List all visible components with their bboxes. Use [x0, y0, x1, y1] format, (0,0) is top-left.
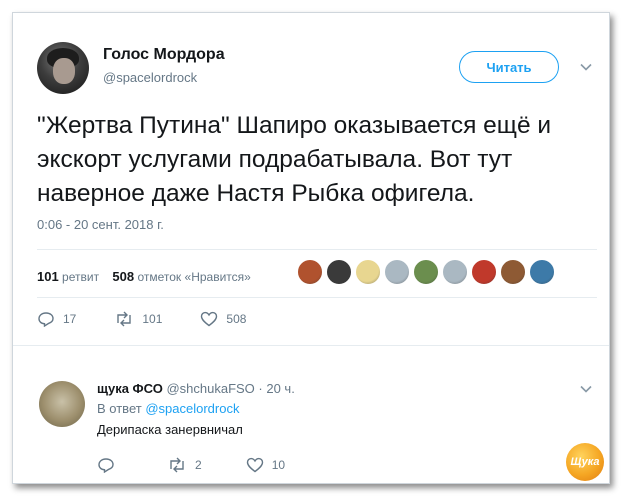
retweet-action[interactable]: 101	[114, 311, 162, 327]
watermark-logo: Щука	[566, 443, 604, 481]
retweet-icon	[170, 457, 184, 473]
tweet-text: "Жертва Путина" Шапиро оказывается ещё и…	[37, 112, 552, 207]
reply-count: 17	[63, 312, 77, 326]
tweet-stats: 101 ретвит 508 отметок «Нравится»	[37, 269, 251, 284]
reply-to-line: В ответ @spacelordrock	[97, 401, 239, 416]
liker-avatar[interactable]	[471, 259, 497, 285]
reply-action[interactable]: 17	[37, 311, 76, 327]
reply-retweet-action[interactable]: 2	[167, 457, 202, 473]
tweet-card: Голос Мордора @spacelordrock Читать "Жер…	[12, 12, 610, 484]
heart-icon	[246, 457, 263, 473]
retweet-action-count: 101	[142, 312, 163, 326]
follow-button[interactable]: Читать	[459, 51, 559, 83]
like-label[interactable]: отметок «Нравится»	[137, 270, 250, 284]
reply-retweet-count: 2	[195, 458, 202, 472]
reply-tweet[interactable]: щука ФСО @shchukaFSO · 20 ч. В ответ @sp…	[13, 353, 609, 483]
retweet-icon	[117, 311, 132, 327]
divider	[37, 297, 597, 298]
author-name[interactable]: Голос Мордора	[103, 46, 225, 64]
reply-like-action[interactable]: 10	[246, 457, 285, 473]
author-handle[interactable]: @spacelordrock	[103, 70, 197, 85]
retweet-count[interactable]: 101	[37, 269, 59, 284]
reply-author-name[interactable]: щука ФСО	[97, 381, 163, 396]
chevron-down-icon[interactable]	[578, 59, 594, 75]
liker-avatar[interactable]	[384, 259, 410, 285]
reply-author: щука ФСО @shchukaFSO · 20 ч.	[97, 381, 295, 396]
tweet-timestamp[interactable]: 0:06 - 20 сент. 2018 г.	[37, 217, 164, 232]
reply-to-link[interactable]: @spacelordrock	[145, 401, 239, 416]
liker-avatar[interactable]	[500, 259, 526, 285]
reply-prefix: В ответ	[97, 401, 142, 416]
reply-author-handle[interactable]: @shchukaFSO	[166, 381, 254, 396]
divider	[37, 249, 597, 250]
divider	[13, 345, 609, 346]
retweet-label[interactable]: ретвит	[62, 270, 99, 284]
author-avatar[interactable]	[37, 42, 89, 94]
reply-time[interactable]: · 20 ч.	[258, 381, 294, 396]
liker-avatar[interactable]	[355, 259, 381, 285]
like-count[interactable]: 508	[112, 269, 134, 284]
liker-avatar[interactable]	[326, 259, 352, 285]
chevron-down-icon[interactable]	[578, 381, 594, 397]
like-action[interactable]: 508	[200, 311, 246, 327]
reply-text: Дерипаска занервничал	[97, 422, 243, 437]
liker-avatar[interactable]	[297, 259, 323, 285]
reply-icon	[98, 458, 114, 473]
liker-avatar[interactable]	[413, 259, 439, 285]
liker-avatar[interactable]	[529, 259, 555, 285]
liker-avatar[interactable]	[442, 259, 468, 285]
reply-like-count: 10	[271, 458, 286, 472]
reply-actions: 2 10	[97, 455, 323, 475]
reply-reply-action[interactable]	[97, 457, 123, 473]
liker-avatars	[297, 259, 558, 289]
reply-author-avatar[interactable]	[39, 381, 85, 427]
like-action-count: 508	[226, 312, 247, 326]
tweet-actions: 17 101 508	[37, 309, 284, 329]
heart-icon	[201, 311, 218, 327]
reply-icon	[38, 312, 54, 327]
